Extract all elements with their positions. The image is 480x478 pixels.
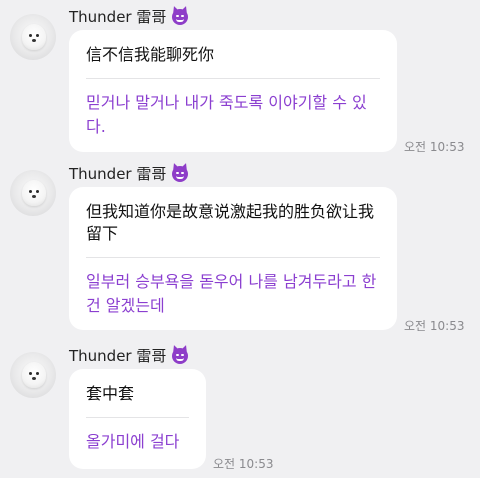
translation-text: 믿거나 말거나 내가 죽도록 이야기할 수 있다. [86,93,367,136]
sender-name: Thunder 雷哥 [69,345,189,366]
message-bubble[interactable]: 信不信我能聊死你 믿거나 말거나 내가 죽도록 이야기할 수 있다. [69,30,397,152]
dog-icon [22,24,46,50]
translation-text: 일부러 승부욕을 돋우어 나를 남겨두라고 한 건 알겠는데 [86,272,377,315]
timestamp: 오전 10:53 [213,457,274,471]
translation-text: 올가미에 걸다 [86,432,180,451]
divider [86,257,380,258]
sender-name: Thunder 雷哥 [69,6,189,27]
smiling-devil-icon [172,8,189,25]
timestamp: 오전 10:53 [404,319,465,333]
original-text: 信不信我能聊死你 [86,45,215,64]
sender-label: Thunder 雷哥 [69,165,167,183]
smiling-devil-icon [172,347,189,364]
avatar[interactable] [10,352,56,398]
dog-icon [22,362,46,388]
message-bubble[interactable]: 套中套 올가미에 걸다 [69,369,206,469]
sender-label: Thunder 雷哥 [69,347,167,365]
original-text: 但我知道你是故意说激起我的胜负欲让我留下 [86,202,375,243]
dog-icon [22,180,46,206]
smiling-devil-icon [172,165,189,182]
avatar[interactable] [10,170,56,216]
divider [86,417,189,418]
sender-label: Thunder 雷哥 [69,8,167,26]
avatar[interactable] [10,14,56,60]
divider [86,78,380,79]
original-text: 套中套 [86,384,135,403]
sender-name: Thunder 雷哥 [69,163,189,184]
timestamp: 오전 10:53 [404,140,465,154]
message-bubble[interactable]: 但我知道你是故意说激起我的胜负欲让我留下 일부러 승부욕을 돋우어 나를 남겨두… [69,187,397,330]
